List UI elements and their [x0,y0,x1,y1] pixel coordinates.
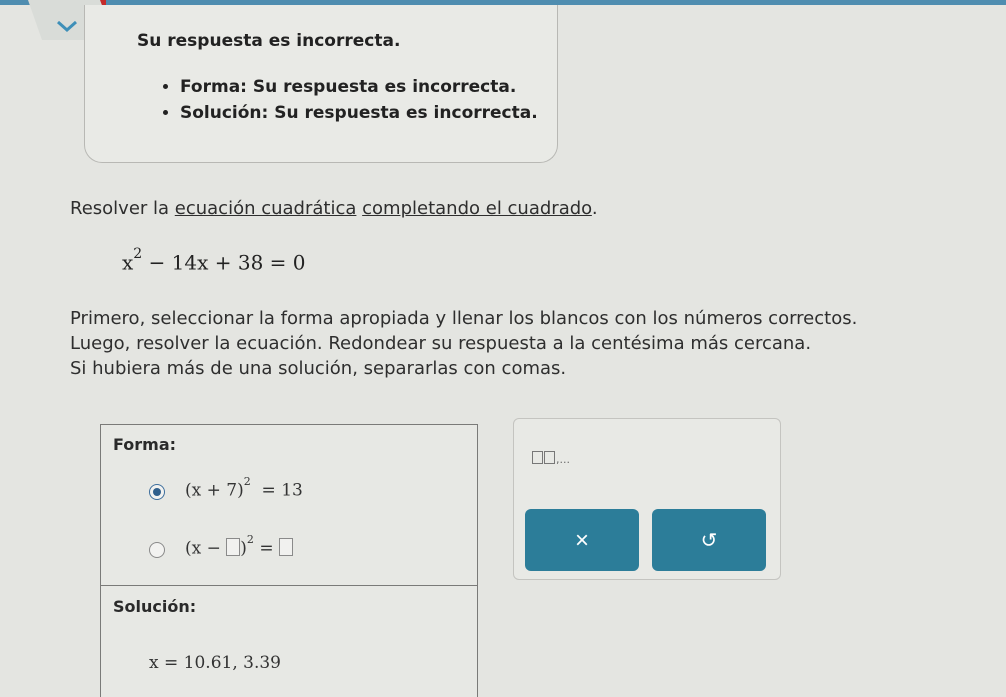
equation-rest: − 14x + 38 = 0 [148,250,306,275]
form-option-1-math: (x + 7)2 = 13 [185,475,303,501]
instruction-line-3: Si hubiera más de una solución, separarl… [70,358,567,379]
option-2-equals: = [259,538,274,559]
tool-panel: ,... × ↺ [513,418,781,580]
option-1-exponent: 2 [243,475,251,488]
solution-answer[interactable]: x = 10.61, 3.39 [149,653,281,673]
feedback-title: Su respuesta es incorrecta. [137,31,401,51]
instruction-line-1: Primero, seleccionar la forma apropiada … [70,308,858,329]
instruction-line-2: Luego, resolver la ecuación. Redondear s… [70,333,812,354]
feedback-item-form: Forma: Su respuesta es incorrecta. [180,74,538,100]
solution-variable: x [149,653,159,673]
option-2-lhs: (x − [185,538,221,559]
template-box-icon [532,451,543,464]
option-2-blank-1[interactable] [226,537,241,556]
option-2-blank-2[interactable] [278,537,293,556]
option-2-exponent: 2 [246,533,254,546]
instructions: Primero, seleccionar la forma apropiada … [70,306,857,381]
equation-variable: x [122,250,134,275]
form-option-1[interactable]: (x + 7)2 = 13 [149,475,449,506]
quadratic-equation: x2 − 14x + 38 = 0 [122,246,306,275]
option-2-paren: ) [240,538,247,559]
problem-prompt: Resolver la ecuación cuadrática completa… [70,198,598,219]
form-option-2-math: (x − )2 = [185,533,293,559]
section-divider [101,585,477,586]
option-1-rhs: = 13 [261,480,303,501]
link-completing-square[interactable]: completando el cuadrado [362,198,592,219]
undo-button[interactable]: ↺ [652,509,766,571]
solution-label: Solución: [113,597,197,616]
solution-equals: = [164,653,179,673]
feedback-list: Forma: Su respuesta es incorrecta. Soluc… [155,74,538,126]
option-1-lhs: (x + 7) [185,480,244,501]
radio-option-2[interactable] [149,542,165,558]
answer-box: Forma: (x + 7)2 = 13 (x − )2 = Solución:… [100,424,478,697]
feedback-panel: Su respuesta es incorrecta. Forma: Su re… [84,5,558,163]
undo-icon: ↺ [700,530,718,552]
close-icon: × [574,527,589,554]
clear-button[interactable]: × [525,509,639,571]
radio-option-1[interactable] [149,484,165,500]
template-ellipsis: ,... [556,453,570,466]
link-quadratic-equation[interactable]: ecuación cuadrática [175,198,357,219]
solution-value: 10.61, 3.39 [183,653,281,673]
form-option-2[interactable]: (x − )2 = [149,533,449,564]
form-label: Forma: [113,435,177,454]
template-box-icon [544,451,555,464]
feedback-item-solution: Solución: Su respuesta es incorrecta. [180,100,538,126]
prompt-period: . [591,198,598,219]
list-template-button[interactable]: ,... [532,451,570,466]
prompt-text: Resolver la [70,198,175,219]
equation-exponent: 2 [133,246,143,262]
